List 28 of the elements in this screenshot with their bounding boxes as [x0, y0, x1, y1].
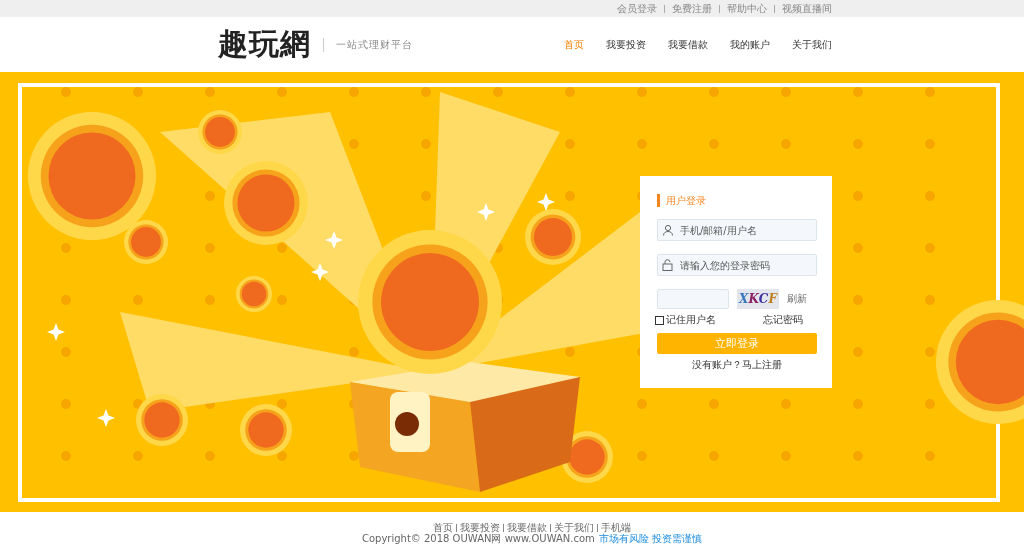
- copyright-text: Copyright© 2018 OUWAN网 www.OUWAN.com: [361, 533, 595, 545]
- register-link[interactable]: 马上注册: [742, 358, 782, 372]
- top-link[interactable]: 免费注册: [672, 2, 712, 15]
- top-link[interactable]: 视频直播间: [782, 2, 832, 15]
- no-account-text: 没有账户？: [692, 358, 742, 372]
- nav-link[interactable]: 我要借款: [668, 37, 708, 52]
- captcha-field[interactable]: [657, 289, 729, 309]
- login-title: 用户登录: [657, 194, 817, 207]
- nav-link[interactable]: 我的账户: [730, 37, 770, 52]
- risk-warning-link[interactable]: 市场有风险 投资需谨慎: [598, 533, 703, 545]
- logo[interactable]: 趣玩網: [218, 24, 311, 65]
- input-field[interactable]: 请输入您的登录密码: [657, 254, 817, 276]
- forgot-password-link[interactable]: 忘记密码: [763, 313, 803, 327]
- nav-link[interactable]: 我要投资: [606, 37, 646, 52]
- footer-link[interactable]: 手机端: [601, 522, 631, 533]
- nav-link[interactable]: 关于我们: [792, 37, 832, 52]
- top-link[interactable]: 帮助中心: [727, 2, 767, 15]
- checkbox[interactable]: [655, 315, 664, 325]
- input-field[interactable]: 手机/邮箱/用户名: [657, 219, 817, 241]
- refresh-link[interactable]: 刷新: [787, 292, 807, 306]
- footer-link[interactable]: 我要借款: [507, 522, 547, 533]
- checkbox-label: 记住用户名: [666, 313, 716, 327]
- slogan: 一站式理财平台: [336, 37, 413, 52]
- captcha-image[interactable]: XKCF: [737, 289, 779, 309]
- footer-link[interactable]: 我要投资: [460, 522, 500, 533]
- footer-link[interactable]: 关于我们: [554, 522, 594, 533]
- top-link[interactable]: 会员登录: [617, 2, 657, 15]
- footer-link[interactable]: 首页: [433, 522, 453, 533]
